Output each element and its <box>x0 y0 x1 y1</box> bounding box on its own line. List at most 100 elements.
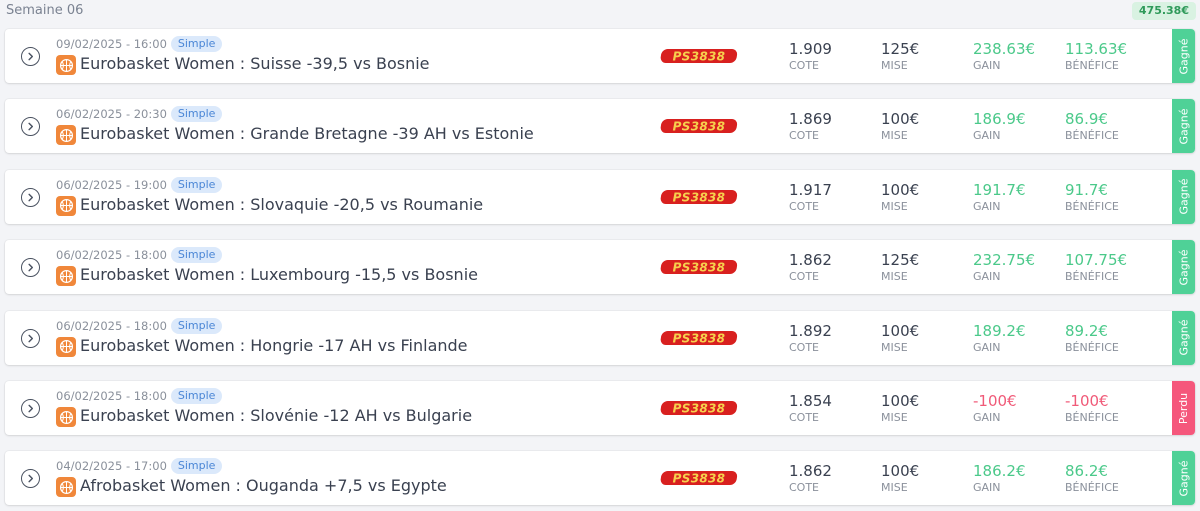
bet-card[interactable]: 06/02/2025 - 19:00 Simple Eurobasket Wom… <box>5 169 1195 224</box>
bet-event-title[interactable]: Eurobasket Women : Hongrie -17 AH vs Fin… <box>80 336 468 355</box>
status-tab: Gagné <box>1172 451 1195 506</box>
bet-meta: 06/02/2025 - 20:30 Simple <box>56 105 223 123</box>
status-label: Gagné <box>1177 38 1190 74</box>
benefice-stat: 86.9€ BÉNÉFICE <box>1065 109 1119 142</box>
bet-event-title[interactable]: Eurobasket Women : Suisse -39,5 vs Bosni… <box>80 54 430 73</box>
basketball-icon <box>56 55 76 75</box>
gain-stat: 232.75€ GAIN <box>973 250 1035 283</box>
gain-stat: -100€ GAIN <box>973 391 1017 424</box>
svg-text:PS3838: PS3838 <box>673 190 726 204</box>
bet-card[interactable]: 09/02/2025 - 16:00 Simple Eurobasket Wom… <box>5 29 1195 83</box>
bet-meta: 06/02/2025 - 18:00 Simple <box>56 317 223 335</box>
gain-value: 191.7€ <box>973 180 1026 199</box>
bet-card[interactable]: 06/02/2025 - 18:00 Simple Eurobasket Wom… <box>5 310 1195 365</box>
expand-chevron-icon[interactable] <box>21 469 40 489</box>
status-label: Gagné <box>1177 460 1190 497</box>
cote-value: 1.862 <box>789 251 832 270</box>
bet-event-title[interactable]: Afrobasket Women : Ouganda +7,5 vs Egypt… <box>80 476 447 495</box>
basketball-icon <box>56 195 76 216</box>
svg-text:PS3838: PS3838 <box>673 472 726 486</box>
ps3838-logo: PS3838 <box>660 260 738 275</box>
gain-stat: 191.7€ GAIN <box>973 180 1026 213</box>
benefice-stat: 86.2€ BÉNÉFICE <box>1065 461 1119 494</box>
expand-chevron-icon[interactable] <box>21 258 40 278</box>
benefice-value: -100€ <box>1065 392 1109 410</box>
mise-stat: 100€ MISE <box>881 391 919 424</box>
benefice-label: BÉNÉFICE <box>1065 270 1119 284</box>
benefice-label: BÉNÉFICE <box>1065 129 1119 143</box>
mise-value: 125€ <box>881 251 920 270</box>
bet-date: 06/02/2025 - 18:00 <box>56 389 167 403</box>
expand-chevron-icon[interactable] <box>21 117 40 137</box>
bet-card[interactable]: 06/02/2025 - 20:30 Simple Eurobasket Wom… <box>5 99 1195 154</box>
gain-label: GAIN <box>973 270 1001 284</box>
cote-value: 1.862 <box>789 462 832 481</box>
gain-value: 186.2€ <box>973 462 1026 481</box>
bet-card[interactable]: 04/02/2025 - 17:00 Simple Afrobasket Wom… <box>5 451 1195 506</box>
cote-stat: 1.862 COTE <box>789 461 832 494</box>
gain-label: GAIN <box>973 340 1001 354</box>
basketball-icon <box>56 477 76 498</box>
status-tab: Gagné <box>1172 29 1195 83</box>
bet-meta: 09/02/2025 - 16:00 Simple <box>56 35 223 53</box>
expand-chevron-icon[interactable] <box>21 328 40 348</box>
bet-event-title[interactable]: Eurobasket Women : Slovaquie -20,5 vs Ro… <box>80 195 483 214</box>
expand-chevron-icon[interactable] <box>21 47 40 66</box>
gain-label: GAIN <box>973 129 1001 143</box>
bet-type-badge: Simple <box>170 36 223 52</box>
status-tab: Gagné <box>1172 99 1195 154</box>
ps3838-logo: PS3838 <box>660 49 738 64</box>
bet-meta: 06/02/2025 - 18:00 Simple <box>56 387 223 405</box>
mise-value: 125€ <box>881 40 920 58</box>
status-tab: Gagné <box>1172 240 1195 295</box>
gain-label: GAIN <box>973 411 1001 424</box>
status-tab: Perdu <box>1172 381 1195 435</box>
bet-event-title[interactable]: Eurobasket Women : Luxembourg -15,5 vs B… <box>80 265 478 284</box>
bet-event-title[interactable]: Eurobasket Women : Grande Bretagne -39 A… <box>80 124 534 143</box>
ps3838-logo: PS3838 <box>660 119 738 134</box>
svg-text:PS3838: PS3838 <box>673 402 726 416</box>
bet-card[interactable]: 06/02/2025 - 18:00 Simple Eurobasket Wom… <box>5 240 1195 295</box>
benefice-label: BÉNÉFICE <box>1065 59 1119 72</box>
svg-text:PS3838: PS3838 <box>673 120 726 134</box>
benefice-label: BÉNÉFICE <box>1065 481 1119 495</box>
cote-label: COTE <box>789 199 820 213</box>
expand-chevron-icon[interactable] <box>21 399 40 418</box>
bet-card[interactable]: 06/02/2025 - 18:00 Simple Eurobasket Wom… <box>5 381 1195 435</box>
cote-stat: 1.909 COTE <box>789 39 832 72</box>
status-tab: Gagné <box>1172 310 1195 365</box>
bet-meta: 06/02/2025 - 19:00 Simple <box>56 176 223 194</box>
bet-type-badge: Simple <box>170 176 223 193</box>
cote-label: COTE <box>789 340 820 354</box>
bet-event-title[interactable]: Eurobasket Women : Slovénie -12 AH vs Bu… <box>80 406 472 425</box>
bet-date: 06/02/2025 - 19:00 <box>56 177 167 192</box>
bet-type-badge: Simple <box>170 458 223 475</box>
benefice-stat: 113.63€ BÉNÉFICE <box>1065 39 1127 72</box>
basketball-icon <box>56 125 76 146</box>
status-label: Gagné <box>1177 249 1190 286</box>
mise-stat: 100€ MISE <box>881 180 919 213</box>
mise-value: 100€ <box>881 462 920 481</box>
mise-label: MISE <box>881 199 908 213</box>
benefice-stat: 107.75€ BÉNÉFICE <box>1065 250 1127 283</box>
bet-type-badge: Simple <box>170 317 223 334</box>
cote-label: COTE <box>789 411 820 424</box>
expand-chevron-icon[interactable] <box>21 187 40 207</box>
benefice-value: 113.63€ <box>1065 40 1128 58</box>
bet-type-badge: Simple <box>170 388 223 404</box>
ps3838-logo: PS3838 <box>660 330 738 345</box>
mise-stat: 100€ MISE <box>881 461 919 494</box>
benefice-label: BÉNÉFICE <box>1065 199 1119 213</box>
basketball-icon <box>56 407 76 427</box>
mise-label: MISE <box>881 129 908 143</box>
bet-type-badge: Simple <box>170 106 223 123</box>
benefice-value: 107.75€ <box>1065 251 1128 270</box>
mise-label: MISE <box>881 59 908 72</box>
cote-label: COTE <box>789 129 820 143</box>
mise-label: MISE <box>881 481 908 495</box>
cote-value: 1.917 <box>789 180 832 199</box>
benefice-value: 89.2€ <box>1065 321 1108 340</box>
status-label: Gagné <box>1177 178 1190 215</box>
gain-value: 232.75€ <box>973 251 1036 270</box>
gain-stat: 238.63€ GAIN <box>973 39 1035 72</box>
